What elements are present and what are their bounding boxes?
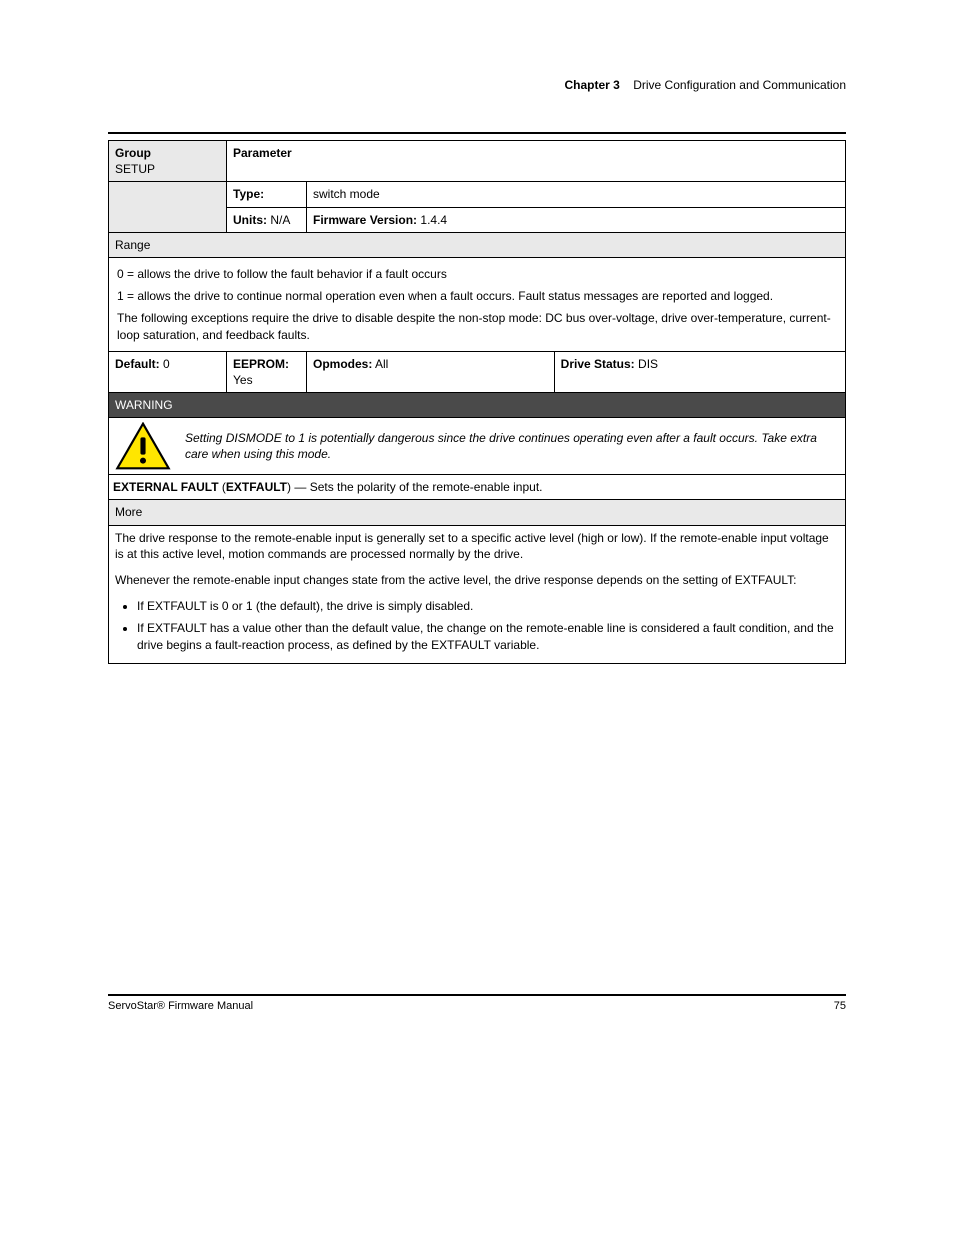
more-intro: The drive response to the remote-enable … — [115, 530, 839, 562]
opmodes-cell: Opmodes: All — [307, 351, 555, 392]
units-cell: Units: N/A — [227, 207, 307, 232]
blank-left — [109, 182, 227, 232]
opmodes-value: All — [375, 357, 388, 371]
type-cell: Type: — [227, 182, 307, 207]
more-heading: More — [109, 500, 846, 525]
extfault-name: EXTFAULT — [226, 480, 287, 494]
type-label: Type: — [233, 187, 264, 201]
extfault-desc: Sets the polarity of the remote-enable i… — [310, 480, 543, 494]
range-line-0: 0 = allows the drive to follow the fault… — [117, 266, 837, 282]
extfault-heading-text: EXTERNAL FAULT — [113, 480, 219, 494]
range-line-2: The following exceptions require the dri… — [117, 310, 837, 342]
parameter-label: Parameter — [233, 146, 292, 160]
more-content: The drive response to the remote-enable … — [109, 525, 846, 663]
fw-value: 1.4.4 — [420, 213, 447, 227]
opmodes-label: Opmodes: — [313, 357, 372, 371]
footer-left: ServoStar® Firmware Manual — [108, 1000, 253, 1012]
warning-heading: WARNING — [109, 393, 846, 418]
group-value: SETUP — [115, 162, 155, 176]
default-cell: Default: 0 — [109, 351, 227, 392]
header-title-text: Drive Configuration and Communication — [633, 78, 846, 92]
chapter-label: Chapter 3 — [565, 78, 620, 92]
group-label-text: Group — [115, 146, 151, 160]
units-value: N/A — [270, 213, 290, 227]
footer-right: 75 — [834, 1000, 846, 1012]
fw-cell: Firmware Version: 1.4.4 — [307, 207, 846, 232]
fw-label: Firmware Version: — [313, 213, 417, 227]
default-value: 0 — [163, 357, 170, 371]
drivestatus-value: DIS — [638, 357, 658, 371]
top-rule — [108, 132, 846, 134]
group-label: Group SETUP — [109, 141, 227, 182]
parameter-cell: Parameter — [227, 141, 846, 182]
more-bullets: If EXTFAULT is 0 or 1 (the default), the… — [137, 598, 839, 653]
header-title — [623, 78, 633, 92]
range-line-1: 1 = allows the drive to continue normal … — [117, 288, 837, 304]
more-bullet-1: If EXTFAULT has a value other than the d… — [137, 620, 839, 652]
warning-text: Setting DISMODE to 1 is potentially dang… — [185, 430, 839, 462]
range-heading: Range — [109, 232, 846, 257]
warning-triangle-icon — [115, 422, 171, 470]
default-label: Default: — [115, 357, 160, 371]
more-followup: Whenever the remote-enable input changes… — [115, 572, 839, 588]
eeprom-value: Yes — [233, 373, 253, 387]
warning-row: Setting DISMODE to 1 is potentially dang… — [109, 418, 846, 475]
drivestatus-label: Drive Status: — [561, 357, 635, 371]
type-value: switch mode — [307, 182, 846, 207]
drivestatus-cell: Drive Status: DIS — [554, 351, 845, 392]
parameter-table: Group SETUP Parameter Type: switch mode … — [108, 140, 846, 664]
more-bullet-0: If EXTFAULT is 0 or 1 (the default), the… — [137, 598, 839, 614]
units-label: Units: — [233, 213, 267, 227]
page-header: Chapter 3 Drive Configuration and Commun… — [108, 78, 846, 92]
eeprom-cell: EEPROM: Yes — [227, 351, 307, 392]
eeprom-label: EEPROM: — [233, 357, 289, 371]
page-footer: ServoStar® Firmware Manual 75 — [108, 996, 846, 1012]
range-content: 0 = allows the drive to follow the fault… — [109, 257, 846, 351]
extfault-heading: EXTERNAL FAULT (EXTFAULT) — Sets the pol… — [109, 475, 846, 500]
